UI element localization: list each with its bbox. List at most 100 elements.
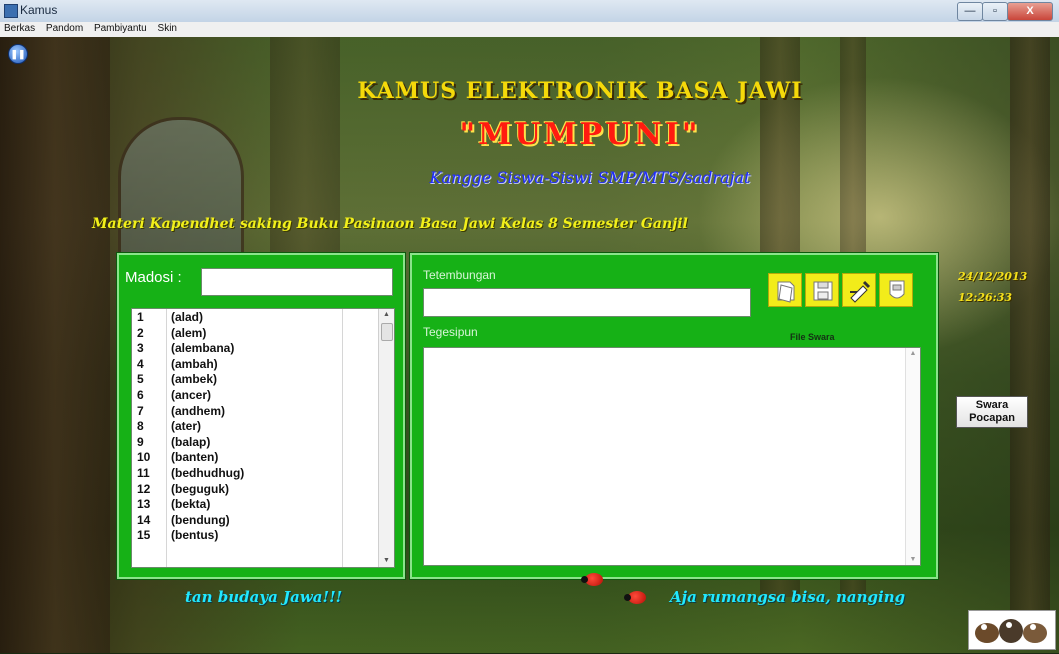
list-item-number: 15 [137, 528, 151, 543]
list-item[interactable]: 9 (balap) [132, 434, 378, 450]
list-scrollbar[interactable]: ▲ ▼ [378, 309, 394, 567]
close-file-button[interactable] [879, 273, 913, 307]
app-name: "MUMPUNI" [459, 117, 701, 152]
list-item-number: 7 [137, 403, 144, 418]
list-item-number: 6 [137, 387, 144, 402]
scroll-down-icon[interactable]: ▼ [906, 556, 920, 563]
window-title: Kamus [20, 3, 58, 17]
list-item-word: (ambah) [171, 356, 218, 371]
list-item[interactable]: 10 (banten) [132, 449, 378, 465]
materi-caption: Materi Kapendhet saking Buku Pasinaon Ba… [92, 216, 688, 232]
scroll-thumb[interactable] [381, 323, 393, 341]
list-item-word: (banten) [171, 450, 219, 465]
swara-pocapan-line1: Swara [975, 399, 1009, 411]
list-item-number: 4 [137, 356, 144, 371]
marquee-text-right: Aja rumangsa bisa, nanging [670, 588, 906, 606]
list-item-word: (bendung) [171, 512, 230, 527]
search-input[interactable] [201, 268, 393, 296]
list-item-number: 12 [137, 481, 151, 496]
list-item-word: (bentus) [171, 528, 219, 543]
list-item-number: 2 [137, 325, 144, 340]
list-item-number: 11 [137, 465, 150, 480]
logo-image [968, 610, 1056, 650]
list-item[interactable]: 2 (alem) [132, 325, 378, 341]
minimize-button[interactable]: — [957, 2, 983, 21]
tegesipun-label: Tegesipun [423, 325, 478, 339]
date-display: 24/12/2013 [958, 270, 1028, 283]
menu-berkas[interactable]: Berkas [0, 22, 39, 34]
list-item[interactable]: 6 (ancer) [132, 387, 378, 403]
ladybug-decoration [624, 591, 646, 604]
menu-bar: Berkas Pandom Pambiyantu Skin [0, 22, 1059, 37]
time-display: 12:26:33 [958, 291, 1013, 304]
list-item-number: 5 [137, 372, 144, 387]
list-item-word: (beguguk) [171, 481, 229, 496]
marquee-text-left: tan budaya Jawa!!! [185, 588, 343, 606]
scroll-up-icon[interactable]: ▲ [906, 350, 920, 357]
list-item[interactable]: 5 (ambek) [132, 371, 378, 387]
list-item-number: 10 [137, 450, 151, 465]
tree-trunk-left [0, 37, 110, 653]
scroll-down-icon[interactable]: ▼ [379, 555, 394, 567]
ladybug-decoration [581, 573, 603, 586]
swara-pocapan-button[interactable]: Swara Pocapan [956, 396, 1028, 428]
tetembungan-field[interactable] [423, 288, 751, 317]
open-file-icon [777, 281, 795, 303]
wayang-logo-icon [975, 619, 1047, 643]
edit-pen-icon [850, 280, 871, 303]
word-list[interactable]: 1 (alad) 2 (alem) 3 (alembana) 4 (ambah) 5 (ambek… [131, 308, 395, 568]
tetembungan-label: Tetembungan [423, 268, 496, 282]
menu-pambiyantu[interactable]: Pambiyantu [90, 22, 151, 34]
list-item[interactable]: 15 (bentus) [132, 527, 378, 543]
scroll-up-icon[interactable]: ▲ [379, 309, 394, 321]
list-item[interactable]: 14 (bendung) [132, 512, 378, 528]
list-item[interactable]: 7 (andhem) [132, 403, 378, 419]
tegesipun-textarea[interactable]: ▲ ▼ [423, 347, 921, 566]
swara-pocapan-line2: Pocapan [969, 412, 1015, 424]
list-item-number: 13 [137, 497, 151, 512]
list-item[interactable]: 1 (alad) [132, 309, 378, 325]
app-icon [4, 4, 18, 18]
app-subtitle: Kangge Siswa-Siswi SMP/MTS/sadrajat [429, 168, 751, 187]
menu-skin[interactable]: Skin [154, 22, 181, 34]
list-item-word: (andhem) [171, 403, 225, 418]
list-item[interactable]: 3 (alembana) [132, 340, 378, 356]
list-item-number: 8 [137, 419, 144, 434]
maximize-button[interactable]: ▫ [982, 2, 1008, 21]
list-item[interactable]: 8 (ater) [132, 418, 378, 434]
list-item-number: 14 [137, 512, 151, 527]
open-file-button[interactable] [768, 273, 802, 307]
list-item-number: 1 [137, 310, 144, 324]
tree-trunk [1010, 37, 1050, 637]
list-item-number: 9 [137, 434, 144, 449]
list-item[interactable]: 13 (bekta) [132, 496, 378, 512]
word-list-rows: 1 (alad) 2 (alem) 3 (alembana) 4 (ambah) 5 (ambek… [132, 309, 378, 543]
list-item-word: (bekta) [171, 497, 211, 512]
edit-button[interactable] [842, 273, 876, 307]
list-item-word: (ambek) [171, 372, 218, 387]
close-button[interactable]: X [1007, 2, 1053, 21]
list-item[interactable]: 11 (bedhudhug) [132, 465, 378, 481]
save-disk-icon [813, 281, 833, 301]
app-heading: KAMUS ELEKTRONIK BASA JAWI [357, 78, 803, 104]
list-item-word: (ater) [171, 419, 202, 434]
search-label: Madosi : [125, 269, 182, 286]
search-panel: Madosi : 1 (alad) 2 (alem) 3 (alembana) 4 (amba… [117, 253, 405, 579]
list-item-word: (bedhudhug) [171, 465, 245, 480]
list-item[interactable]: 12 (beguguk) [132, 481, 378, 497]
close-doc-icon [889, 280, 905, 299]
window-title-bar: Kamus — ▫ X [0, 0, 1059, 23]
textarea-scrollbar[interactable]: ▲ ▼ [905, 348, 920, 565]
list-item-number: 3 [137, 341, 144, 356]
list-item[interactable]: 4 (ambah) [132, 356, 378, 372]
list-item-word: (alad) [171, 310, 204, 324]
list-item-word: (balap) [171, 434, 211, 449]
file-swara-label: File Swara [790, 332, 835, 342]
menu-pandom[interactable]: Pandom [42, 22, 87, 34]
pause-icon[interactable]: ❚❚ [8, 44, 28, 64]
list-item-word: (alembana) [171, 341, 235, 356]
detail-panel: Tetembungan Tegesipun ▲ ▼ File Swara [410, 253, 938, 579]
save-file-button[interactable] [805, 273, 839, 307]
list-item-word: (alem) [171, 325, 207, 340]
list-item-word: (ancer) [171, 387, 212, 402]
